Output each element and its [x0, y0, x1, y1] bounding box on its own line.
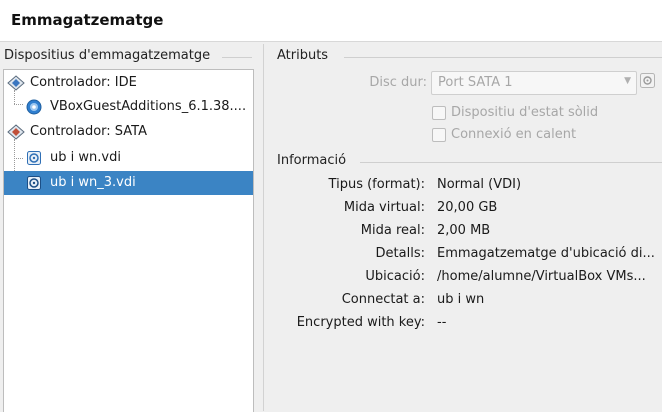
chevron-down-icon: ▼ [624, 76, 631, 86]
info-label-actual-size: Mida real: [360, 223, 425, 238]
info-value-actual-size: 2,00 MB [437, 223, 491, 238]
info-value-location: /home/alumne/VirtualBox VMs... [437, 269, 646, 284]
info-label-attached-to: Connectat a: [341, 292, 425, 307]
hard-disk-icon [26, 150, 42, 170]
info-value-virtual-size: 20,00 GB [437, 200, 498, 215]
tree-item-label: VBoxGuestAdditions_6.1.38.... [50, 99, 247, 114]
tree-item-optical-disc[interactable]: VBoxGuestAdditions_6.1.38.... [4, 95, 253, 119]
info-value-attached-to: ub i wn [437, 292, 485, 307]
info-label-encrypted-with-key: Encrypted with key: [296, 315, 425, 330]
hotplug-checkbox[interactable] [432, 128, 446, 142]
hard-disk-slot-value: Port SATA 1 [438, 75, 513, 90]
group-separator [344, 57, 662, 58]
ide-controller-icon [7, 75, 25, 95]
info-value-encrypted-with-key: -- [437, 315, 447, 330]
page-title: Emmagatzematge [11, 11, 164, 29]
group-separator [222, 57, 252, 58]
attributes-group-title: Atributs [277, 48, 335, 63]
info-value-details: Emmagatzematge d'ubicació di... [437, 246, 655, 261]
hotplug-label: Connexió en calent [451, 127, 577, 142]
tree-item-ide-controller[interactable]: Controlador: IDE [4, 71, 253, 95]
info-label-virtual-size: Mida virtual: [343, 200, 425, 215]
tree-item-label: ub i wn_3.vdi [50, 175, 136, 190]
info-label-details: Detalls: [375, 246, 425, 261]
hard-disk-label: Disc dur: [369, 75, 427, 90]
sata-controller-icon [7, 124, 25, 144]
info-label-location: Ubicació: [365, 269, 425, 284]
tree-item-label: Controlador: IDE [30, 75, 137, 90]
ssd-checkbox[interactable] [432, 106, 446, 120]
info-label-type: Tipus (format): [328, 177, 425, 192]
panel-divider[interactable] [263, 44, 264, 411]
tree-item-sata-controller[interactable]: Controlador: SATA [4, 120, 253, 144]
information-group-title: Informació [277, 153, 353, 168]
group-separator [360, 162, 662, 163]
tree-item-label: ub i wn.vdi [50, 150, 121, 165]
storage-tree[interactable]: Controlador: IDE VBoxGuestAdditions_6.1.… [3, 69, 254, 412]
choose-disk-icon[interactable] [640, 73, 655, 88]
page-header: Emmagatzematge [0, 0, 662, 42]
ssd-label: Dispositiu d'estat sòlid [451, 105, 599, 120]
tree-item-disk[interactable]: ub i wn.vdi [4, 146, 253, 170]
tree-item-disk-selected[interactable]: ub i wn_3.vdi [4, 171, 253, 195]
tree-item-label: Controlador: SATA [30, 124, 147, 139]
hard-disk-slot-select[interactable]: Port SATA 1 ▼ [431, 71, 637, 95]
storage-devices-group-title: Dispositius d'emmagatzematge [4, 48, 217, 63]
info-value-type: Normal (VDI) [437, 177, 522, 192]
hard-disk-icon [26, 175, 42, 195]
optical-disc-icon [26, 99, 42, 119]
